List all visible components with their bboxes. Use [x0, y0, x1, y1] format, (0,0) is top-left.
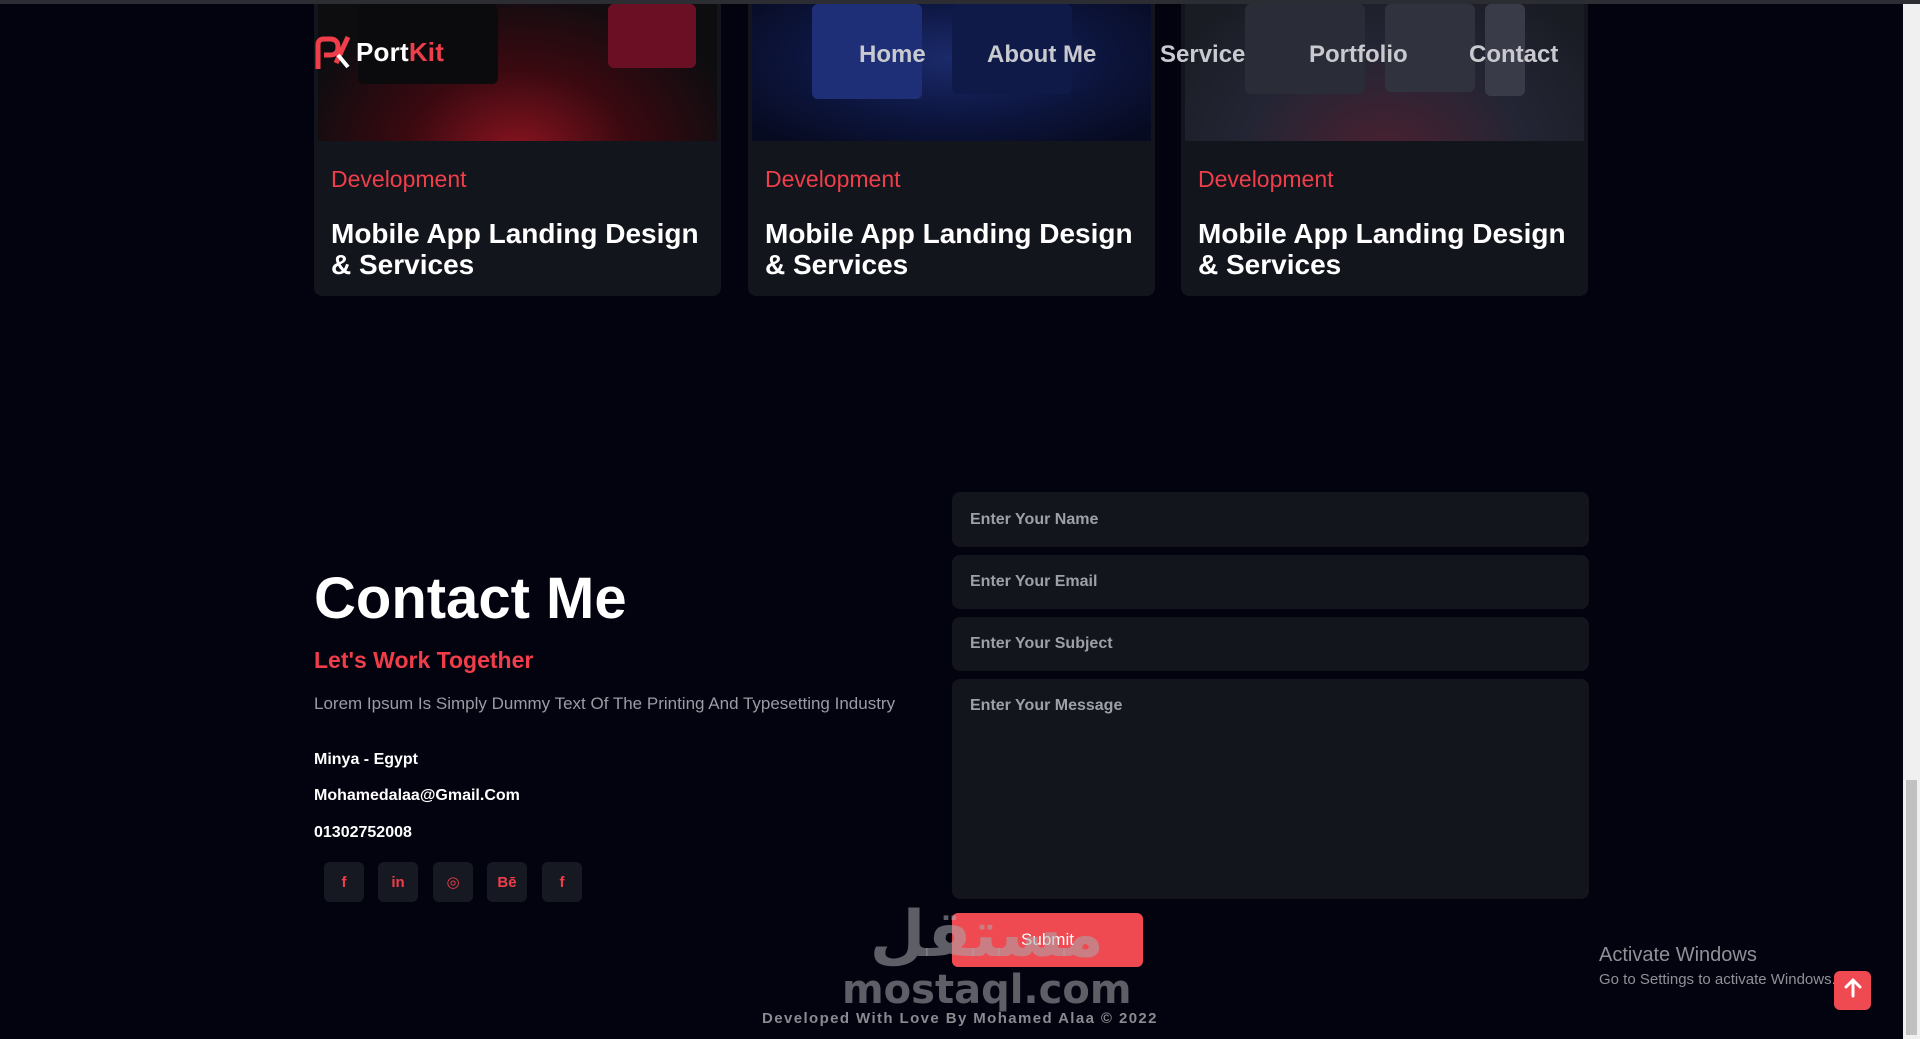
- nav-about-me[interactable]: About Me: [987, 41, 1096, 69]
- scrollbar-thumb[interactable]: [1906, 780, 1917, 1035]
- logo-text: PortKit: [356, 36, 445, 67]
- contact-subtitle: Let's Work Together: [314, 647, 534, 673]
- facebook-icon[interactable]: f: [324, 862, 364, 902]
- portfolio-card-title: Mobile App Landing Design & Services: [331, 218, 699, 280]
- contact-title: Contact Me: [314, 566, 627, 631]
- contact-location: Minya - Egypt: [314, 751, 419, 768]
- mostaql-watermark: مستقل mostaql.com: [842, 898, 1132, 1013]
- behance-icon[interactable]: Bē: [487, 862, 527, 902]
- footer-credit: Developed With Love By Mohamed Alaa © 20…: [762, 1010, 1158, 1027]
- scroll-to-top-button[interactable]: [1834, 971, 1871, 1010]
- logo-mark-icon: [314, 33, 352, 71]
- email-input[interactable]: [952, 555, 1589, 609]
- message-textarea[interactable]: [952, 679, 1589, 899]
- portfolio-card-image: [752, 4, 1151, 141]
- portfolio-card-title: Mobile App Landing Design & Services: [1198, 218, 1566, 280]
- portfolio-card-category: Development: [765, 166, 901, 192]
- linkedin-icon[interactable]: in: [378, 862, 418, 902]
- contact-description: Lorem Ipsum Is Simply Dummy Text Of The …: [314, 694, 896, 713]
- nav-contact[interactable]: Contact: [1469, 41, 1558, 69]
- nav-portfolio[interactable]: Portfolio: [1309, 41, 1408, 69]
- portfolio-card-image: [318, 4, 717, 141]
- portfolio-card-category: Development: [331, 166, 467, 192]
- portfolio-card-image: [1185, 4, 1584, 141]
- logo[interactable]: PortKit: [314, 33, 444, 71]
- arrow-up-icon: [1844, 978, 1862, 1003]
- portfolio-card-category: Development: [1198, 166, 1334, 192]
- facebook-icon[interactable]: f: [542, 862, 582, 902]
- windows-activation-notice: Activate Windows Go to Settings to activ…: [1599, 944, 1836, 988]
- contact-phone[interactable]: 01302752008: [314, 824, 412, 842]
- portfolio-card-title: Mobile App Landing Design & Services: [765, 218, 1133, 280]
- instagram-icon[interactable]: ◎: [433, 862, 473, 902]
- name-input[interactable]: [952, 492, 1589, 547]
- contact-email[interactable]: Mohamedalaa@Gmail.Com: [314, 787, 520, 805]
- subject-input[interactable]: [952, 617, 1589, 671]
- nav-home[interactable]: Home: [859, 41, 926, 69]
- nav-service[interactable]: Service: [1160, 41, 1245, 69]
